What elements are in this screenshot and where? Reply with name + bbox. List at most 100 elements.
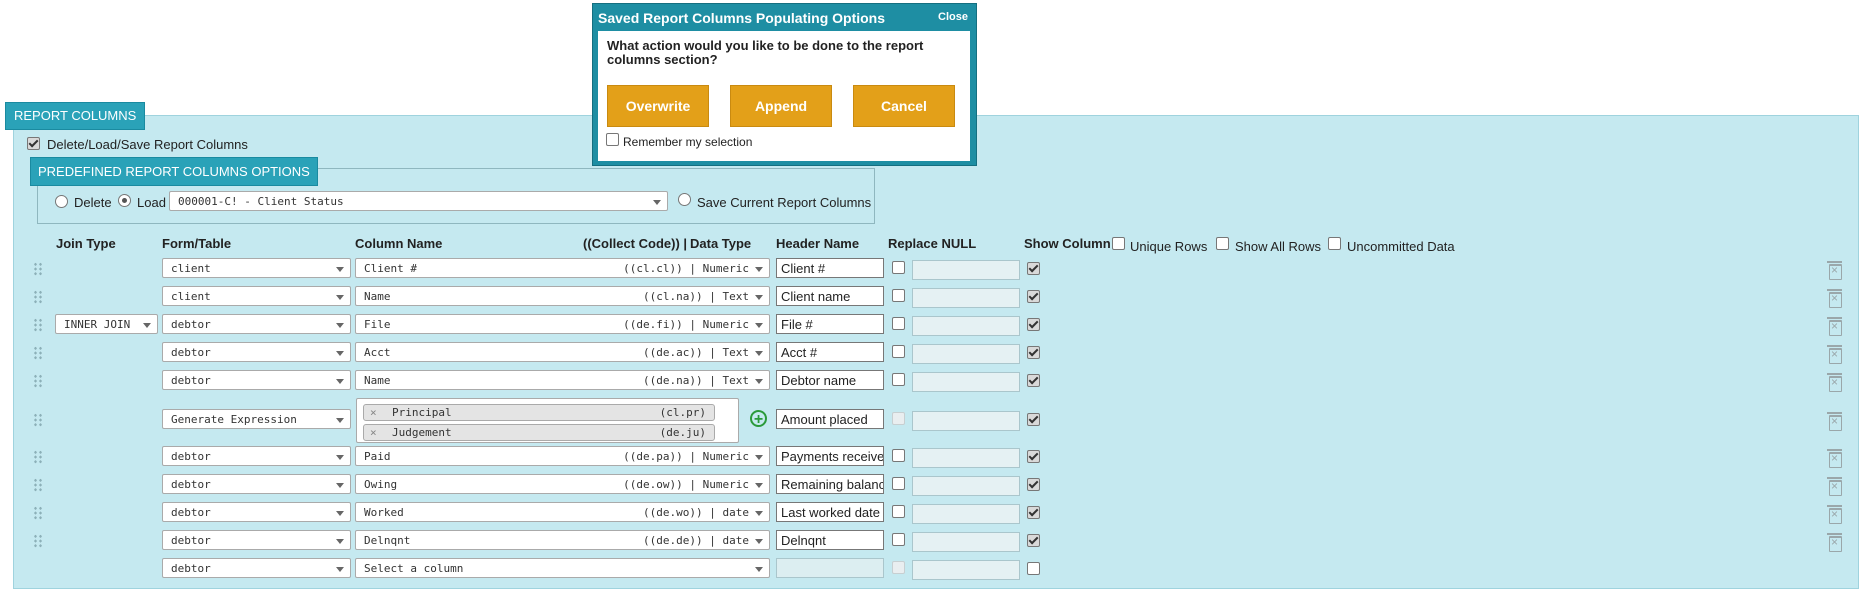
table-select[interactable]: client bbox=[162, 258, 351, 278]
drag-handle-icon[interactable] bbox=[33, 262, 43, 276]
remove-icon[interactable]: × bbox=[370, 425, 377, 440]
header-name-input[interactable]: Client # bbox=[776, 258, 884, 278]
cancel-button[interactable]: Cancel bbox=[853, 85, 955, 127]
append-button[interactable]: Append bbox=[730, 85, 832, 127]
header-name-input[interactable]: Last worked date bbox=[776, 502, 884, 522]
table-select[interactable]: debtor bbox=[162, 314, 351, 334]
show-column-checkbox[interactable] bbox=[1027, 450, 1040, 463]
replace-null-input[interactable] bbox=[912, 344, 1020, 364]
replace-null-checkbox[interactable] bbox=[892, 561, 905, 574]
table-select[interactable]: debtor bbox=[162, 446, 351, 466]
column-select[interactable]: Select a column bbox=[355, 558, 770, 578]
table-select[interactable]: debtor bbox=[162, 370, 351, 390]
column-select[interactable]: Paid ((de.pa)) | Numeric bbox=[355, 446, 770, 466]
replace-null-input[interactable] bbox=[912, 560, 1020, 580]
delete-radio[interactable] bbox=[55, 195, 68, 208]
table-select[interactable]: debtor bbox=[162, 502, 351, 522]
column-select[interactable]: File ((de.fi)) | Numeric bbox=[355, 314, 770, 334]
replace-null-checkbox[interactable] bbox=[892, 412, 905, 425]
trash-icon[interactable] bbox=[1827, 477, 1842, 496]
header-name-input[interactable]: Client name bbox=[776, 286, 884, 306]
remove-icon[interactable]: × bbox=[370, 405, 377, 420]
expression-chip[interactable]: × Judgement (de.ju) bbox=[363, 424, 715, 441]
replace-null-checkbox[interactable] bbox=[892, 261, 905, 274]
replace-null-checkbox[interactable] bbox=[892, 373, 905, 386]
drag-handle-icon[interactable] bbox=[33, 478, 43, 492]
table-select[interactable]: debtor bbox=[162, 558, 351, 578]
trash-icon[interactable] bbox=[1827, 345, 1842, 364]
header-name-input[interactable]: Amount placed bbox=[776, 409, 884, 429]
show-column-checkbox[interactable] bbox=[1027, 478, 1040, 491]
show-column-checkbox[interactable] bbox=[1027, 290, 1040, 303]
table-select[interactable]: Generate Expression bbox=[162, 409, 351, 429]
trash-icon[interactable] bbox=[1827, 505, 1842, 524]
header-name-input[interactable] bbox=[776, 558, 884, 578]
join-type-select[interactable]: INNER JOIN bbox=[55, 314, 158, 334]
show-column-checkbox[interactable] bbox=[1027, 413, 1040, 426]
trash-icon[interactable] bbox=[1827, 449, 1842, 468]
replace-null-input[interactable] bbox=[912, 532, 1020, 552]
replace-null-checkbox[interactable] bbox=[892, 317, 905, 330]
header-name-input[interactable]: Acct # bbox=[776, 342, 884, 362]
table-select[interactable]: debtor bbox=[162, 530, 351, 550]
table-select[interactable]: client bbox=[162, 286, 351, 306]
trash-icon[interactable] bbox=[1827, 412, 1842, 431]
drag-handle-icon[interactable] bbox=[33, 374, 43, 388]
drag-handle-icon[interactable] bbox=[33, 450, 43, 464]
replace-null-checkbox[interactable] bbox=[892, 289, 905, 302]
show-all-rows-checkbox[interactable] bbox=[1216, 237, 1229, 250]
drag-handle-icon[interactable] bbox=[33, 506, 43, 520]
expression-box[interactable]: × Principal (cl.pr) × Judgement (de.ju) bbox=[356, 398, 739, 443]
drag-handle-icon[interactable] bbox=[33, 318, 43, 332]
header-name-input[interactable]: Debtor name bbox=[776, 370, 884, 390]
replace-null-input[interactable] bbox=[912, 448, 1020, 468]
expression-chip[interactable]: × Principal (cl.pr) bbox=[363, 404, 715, 421]
drag-handle-icon[interactable] bbox=[33, 534, 43, 548]
load-radio[interactable] bbox=[118, 194, 131, 207]
replace-null-checkbox[interactable] bbox=[892, 345, 905, 358]
show-column-checkbox[interactable] bbox=[1027, 534, 1040, 547]
column-select[interactable]: Owing ((de.ow)) | Numeric bbox=[355, 474, 770, 494]
table-select[interactable]: debtor bbox=[162, 474, 351, 494]
replace-null-checkbox[interactable] bbox=[892, 477, 905, 490]
column-select[interactable]: Client # ((cl.cl)) | Numeric bbox=[355, 258, 770, 278]
replace-null-checkbox[interactable] bbox=[892, 533, 905, 546]
trash-icon[interactable] bbox=[1827, 261, 1842, 280]
replace-null-checkbox[interactable] bbox=[892, 505, 905, 518]
drag-handle-icon[interactable] bbox=[33, 290, 43, 304]
dialog-close-button[interactable]: Close bbox=[938, 11, 968, 23]
drag-handle-icon[interactable] bbox=[33, 346, 43, 360]
remember-selection-checkbox[interactable] bbox=[606, 133, 619, 146]
show-column-checkbox[interactable] bbox=[1027, 374, 1040, 387]
trash-icon[interactable] bbox=[1827, 373, 1842, 392]
column-select[interactable]: Name ((cl.na)) | Text bbox=[355, 286, 770, 306]
replace-null-checkbox[interactable] bbox=[892, 449, 905, 462]
column-select[interactable]: Name ((de.na)) | Text bbox=[355, 370, 770, 390]
trash-icon[interactable] bbox=[1827, 533, 1842, 552]
column-select[interactable]: Worked ((de.wo)) | date bbox=[355, 502, 770, 522]
column-select[interactable]: Delnqnt ((de.de)) | date bbox=[355, 530, 770, 550]
header-name-input[interactable]: File # bbox=[776, 314, 884, 334]
trash-icon[interactable] bbox=[1827, 289, 1842, 308]
header-name-input[interactable]: Delnqnt bbox=[776, 530, 884, 550]
header-name-input[interactable]: Payments received bbox=[776, 446, 884, 466]
uncommitted-data-checkbox[interactable] bbox=[1328, 237, 1341, 250]
replace-null-input[interactable] bbox=[912, 372, 1020, 392]
replace-null-input[interactable] bbox=[912, 260, 1020, 280]
column-select[interactable]: Acct ((de.ac)) | Text bbox=[355, 342, 770, 362]
show-column-checkbox[interactable] bbox=[1027, 318, 1040, 331]
trash-icon[interactable] bbox=[1827, 317, 1842, 336]
unique-rows-checkbox[interactable] bbox=[1112, 237, 1125, 250]
show-column-checkbox[interactable] bbox=[1027, 562, 1040, 575]
replace-null-input[interactable] bbox=[912, 288, 1020, 308]
replace-null-input[interactable] bbox=[912, 411, 1020, 431]
show-column-checkbox[interactable] bbox=[1027, 262, 1040, 275]
table-select[interactable]: debtor bbox=[162, 342, 351, 362]
delete-load-save-checkbox[interactable] bbox=[27, 137, 40, 150]
header-name-input[interactable]: Remaining balance bbox=[776, 474, 884, 494]
drag-handle-icon[interactable] bbox=[33, 413, 43, 427]
add-expression-icon[interactable]: + bbox=[750, 410, 767, 428]
overwrite-button[interactable]: Overwrite bbox=[607, 85, 709, 127]
load-report-select[interactable]: 000001-C! - Client Status bbox=[169, 191, 668, 211]
save-current-radio[interactable] bbox=[678, 193, 691, 206]
